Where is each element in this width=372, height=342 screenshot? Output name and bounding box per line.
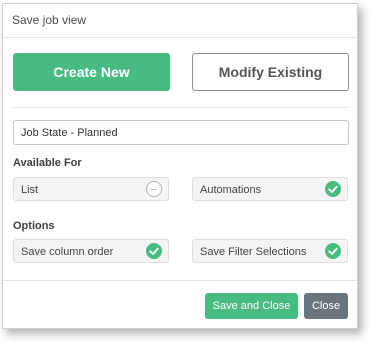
save-job-view-dialog: Save job view Create New Modify Existing…: [2, 3, 358, 329]
option-label: Save Filter Selections: [200, 246, 307, 258]
available-for-list-option[interactable]: List: [13, 177, 169, 201]
modify-existing-button[interactable]: Modify Existing: [192, 53, 349, 91]
option-label: Automations: [200, 184, 262, 196]
check-circle-icon[interactable]: [325, 243, 341, 259]
option-label: Save column order: [21, 246, 114, 258]
available-for-heading: Available For: [13, 157, 82, 169]
check-circle-icon[interactable]: [325, 181, 341, 197]
dialog-title: Save job view: [12, 13, 87, 27]
available-for-automations-option[interactable]: Automations: [192, 177, 348, 201]
save-column-order-option[interactable]: Save column order: [13, 239, 169, 263]
dialog-footer: Save and Close Close: [3, 280, 357, 328]
section-divider: [13, 107, 349, 108]
dialog-header: Save job view: [3, 4, 357, 38]
option-label: List: [21, 184, 39, 196]
close-button[interactable]: Close: [304, 293, 348, 319]
save-and-close-button[interactable]: Save and Close: [205, 293, 298, 319]
view-name-input[interactable]: [13, 120, 349, 145]
empty-circle-icon[interactable]: [146, 181, 162, 197]
create-new-button[interactable]: Create New: [13, 53, 170, 91]
save-filter-selections-option[interactable]: Save Filter Selections: [192, 239, 348, 263]
check-circle-icon[interactable]: [146, 243, 162, 259]
options-heading: Options: [13, 220, 55, 232]
